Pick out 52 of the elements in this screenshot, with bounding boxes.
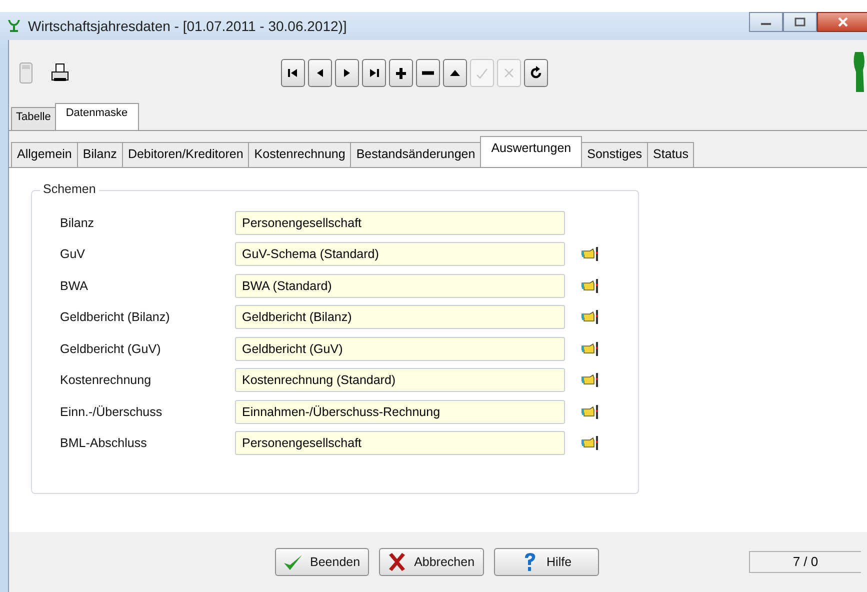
field-label: GuV	[60, 247, 86, 262]
record-counter: 7 / 0	[749, 551, 861, 573]
field-label: BML-Abschluss	[60, 436, 148, 450]
remove-button[interactable]	[416, 59, 440, 87]
tab[interactable]: Kostenrechnung	[248, 142, 352, 167]
tab[interactable]: Status	[647, 142, 694, 167]
close-button[interactable]	[817, 12, 867, 32]
minus-icon	[422, 71, 434, 75]
input-field[interactable]: GuV-Schema (Standard)	[235, 242, 565, 266]
window-title: Wirtschaftsjahresdaten - [01.07.2011 - 30.06.2012)]	[28, 18, 347, 34]
input-field[interactable]: Personengesellschaft	[235, 431, 565, 456]
add-button[interactable]	[389, 59, 413, 87]
up-button[interactable]	[443, 59, 467, 87]
maximize-icon	[794, 17, 806, 27]
first-record-button[interactable]	[281, 59, 305, 87]
tab[interactable]: Bilanz	[76, 142, 123, 167]
finish-button[interactable]: Beenden	[275, 548, 370, 576]
tab[interactable]: Sonstiges	[581, 142, 648, 167]
tab[interactable]: Debitoren/Kreditoren	[122, 142, 250, 167]
tab[interactable]: Allgemein	[11, 142, 78, 167]
field-label: Bilanz	[60, 216, 96, 230]
field-label: BWA	[60, 278, 90, 293]
checkmark-icon	[282, 552, 304, 572]
tab[interactable]: Bestandsänderungen	[350, 142, 482, 167]
refresh-button[interactable]	[524, 59, 548, 87]
plus-icon	[393, 65, 409, 81]
printer-icon[interactable]	[51, 63, 69, 83]
app-logo-icon	[6, 18, 22, 34]
refresh-icon	[528, 65, 544, 81]
next-button[interactable]	[335, 59, 359, 87]
field-label: Einn.-/Überschuss	[60, 404, 164, 419]
input-field[interactable]: Kostenrechnung (Standard)	[235, 368, 565, 392]
input-field[interactable]: Geldbericht (GuV)	[235, 336, 565, 361]
group-title: Schemen	[40, 182, 99, 196]
field-label: Geldbericht (Bilanz)	[60, 310, 171, 324]
tab[interactable]: Auswertungen	[480, 136, 582, 167]
field-label: Geldbericht (GuV)	[60, 342, 162, 356]
view-tab[interactable]: Datenmaske	[54, 103, 139, 130]
previous-button[interactable]	[308, 59, 332, 87]
maximize-button[interactable]	[783, 12, 817, 32]
input-field[interactable]: BWA (Standard)	[235, 274, 565, 298]
input-field[interactable]: Einnahmen-/Überschuss-Rechnung	[235, 400, 565, 424]
input-field[interactable]: Geldbericht (Bilanz)	[235, 305, 565, 330]
input-field[interactable]: Personengesellschaft	[235, 210, 565, 235]
figure-logo-icon	[851, 52, 867, 92]
help-button[interactable]: Hilfe	[494, 548, 599, 576]
cancel-button[interactable]: Abbrechen	[379, 548, 484, 576]
last-record-button[interactable]	[362, 59, 386, 87]
field-label: Kostenrechnung	[60, 373, 152, 388]
close-icon	[837, 16, 849, 28]
view-tab[interactable]: Tabelle	[11, 107, 56, 130]
minimize-button[interactable]	[749, 12, 783, 32]
